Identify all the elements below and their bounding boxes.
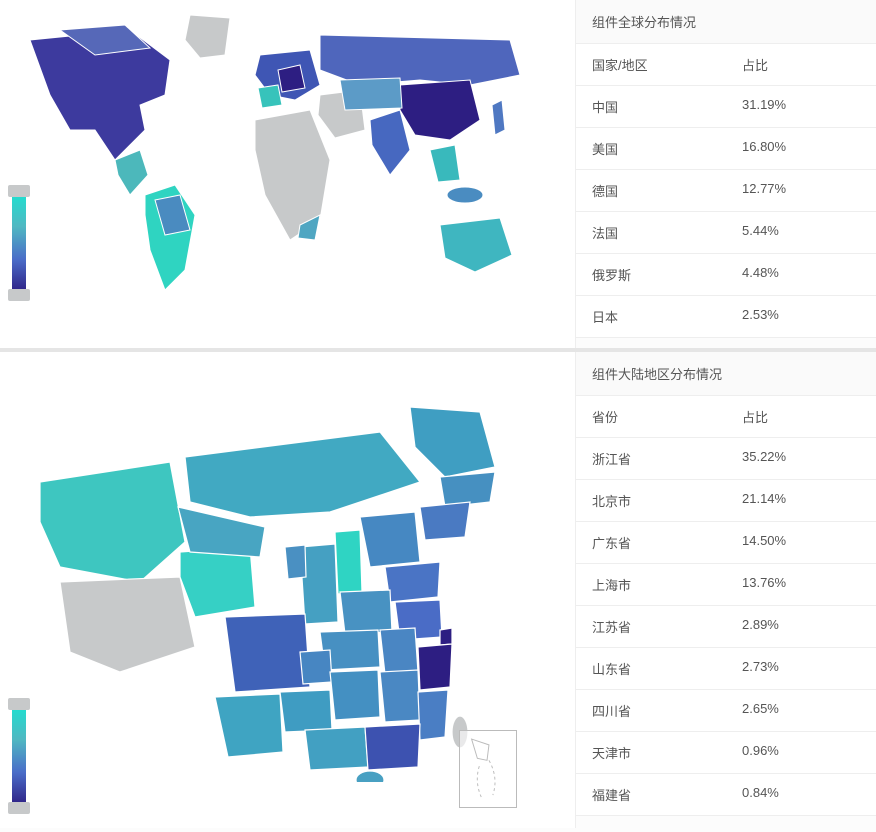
table-row[interactable]: 美国16.80% [576, 128, 876, 170]
table-row[interactable]: 北京市21.14% [576, 480, 876, 522]
province-pct: 2.73% [726, 648, 876, 689]
table-row[interactable]: 日本2.53% [576, 296, 876, 338]
china-col-pct: 占比 [726, 396, 876, 437]
province-name: 天津市 [576, 732, 726, 773]
country-name: 德国 [576, 170, 726, 211]
country-pct: 16.80% [726, 128, 876, 169]
province-name: 福建省 [576, 774, 726, 815]
province-name: 四川省 [576, 690, 726, 731]
country-pct: 31.19% [726, 86, 876, 127]
province-name: 山东省 [576, 648, 726, 689]
world-table-header: 国家/地区 占比 [576, 44, 876, 86]
country-name: 中国 [576, 86, 726, 127]
world-map[interactable] [0, 0, 560, 300]
country-pct: 4.48% [726, 254, 876, 295]
country-pct: 5.44% [726, 212, 876, 253]
china-col-province: 省份 [576, 396, 726, 437]
table-row[interactable]: 俄罗斯4.48% [576, 254, 876, 296]
world-legend-gradient [12, 193, 26, 293]
table-row[interactable]: 天津市0.96% [576, 732, 876, 774]
table-row[interactable]: 广东省14.50% [576, 522, 876, 564]
table-row[interactable]: 德国12.77% [576, 170, 876, 212]
province-pct: 21.14% [726, 480, 876, 521]
legend-handle-bottom[interactable] [8, 289, 30, 301]
legend-handle-top[interactable] [8, 185, 30, 197]
china-table-header: 省份 占比 [576, 396, 876, 438]
china-legend-gradient [12, 706, 26, 806]
province-name: 浙江省 [576, 438, 726, 479]
world-map-area [0, 0, 575, 348]
china-panel: 组件大陆地区分布情况 省份 占比 浙江省35.22% 北京市21.14% 广东省… [0, 352, 876, 828]
province-pct: 13.76% [726, 564, 876, 605]
world-panel: 组件全球分布情况 国家/地区 占比 中国31.19% 美国16.80% 德国12… [0, 0, 876, 352]
province-pct: 0.96% [726, 732, 876, 773]
table-row[interactable]: 山东省2.73% [576, 648, 876, 690]
province-pct: 14.50% [726, 522, 876, 563]
table-row[interactable]: 法国5.44% [576, 212, 876, 254]
province-pct: 0.84% [726, 774, 876, 815]
province-name: 上海市 [576, 564, 726, 605]
country-pct: 12.77% [726, 170, 876, 211]
legend-handle-top[interactable] [8, 698, 30, 710]
table-row[interactable]: 上海市13.76% [576, 564, 876, 606]
china-map[interactable] [0, 352, 560, 782]
table-row[interactable]: 中国31.19% [576, 86, 876, 128]
table-row[interactable]: 福建省0.84% [576, 774, 876, 816]
legend-handle-bottom[interactable] [8, 802, 30, 814]
south-china-sea-inset [459, 730, 517, 808]
world-col-pct: 占比 [726, 44, 876, 85]
china-table: 组件大陆地区分布情况 省份 占比 浙江省35.22% 北京市21.14% 广东省… [575, 352, 876, 828]
country-name: 法国 [576, 212, 726, 253]
china-table-title: 组件大陆地区分布情况 [576, 352, 876, 396]
country-name: 日本 [576, 296, 726, 337]
country-name: 美国 [576, 128, 726, 169]
province-pct: 2.89% [726, 606, 876, 647]
country-name: 俄罗斯 [576, 254, 726, 295]
province-name: 北京市 [576, 480, 726, 521]
table-row[interactable]: 浙江省35.22% [576, 438, 876, 480]
table-row[interactable]: 江苏省2.89% [576, 606, 876, 648]
province-pct: 2.65% [726, 690, 876, 731]
world-table: 组件全球分布情况 国家/地区 占比 中国31.19% 美国16.80% 德国12… [575, 0, 876, 348]
china-map-area [0, 352, 575, 828]
world-table-title: 组件全球分布情况 [576, 0, 876, 44]
world-col-country: 国家/地区 [576, 44, 726, 85]
province-name: 江苏省 [576, 606, 726, 647]
country-pct: 2.53% [726, 296, 876, 337]
table-row[interactable]: 四川省2.65% [576, 690, 876, 732]
province-name: 广东省 [576, 522, 726, 563]
province-pct: 35.22% [726, 438, 876, 479]
